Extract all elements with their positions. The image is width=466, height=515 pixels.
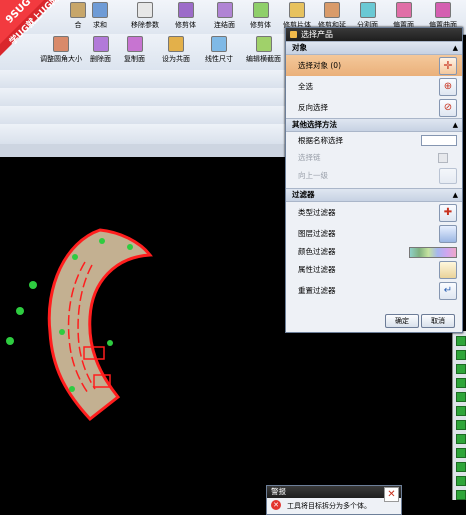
- trim-extend-icon: [324, 2, 340, 18]
- select-object-row[interactable]: 选择对象 (0) ✛: [286, 55, 462, 76]
- make-coplanar-icon: [168, 36, 184, 52]
- up-level-icon: [439, 168, 457, 184]
- color-filter-row[interactable]: 颜色过滤器: [286, 244, 462, 259]
- checkbox-icon[interactable]: [456, 406, 466, 416]
- ribbon2-item-delete-face[interactable]: 删除面: [90, 36, 111, 66]
- graphics-viewport[interactable]: [0, 157, 285, 500]
- control-point[interactable]: [29, 281, 37, 289]
- control-point[interactable]: [127, 244, 133, 250]
- select-all-row[interactable]: 全选 ⊕: [286, 76, 462, 97]
- toolbar-row-3: [0, 106, 285, 125]
- dialog-app-icon: [290, 31, 297, 38]
- select-chain-row: 选择链: [286, 149, 462, 166]
- ribbon-item-join-face[interactable]: 连结面: [214, 2, 235, 32]
- collapse-caret-icon[interactable]: ▲: [453, 189, 458, 201]
- control-point[interactable]: [59, 329, 65, 335]
- type-filter-icon[interactable]: ✚: [439, 204, 457, 222]
- layer-filter-row[interactable]: 图层过滤器: [286, 223, 462, 244]
- divide-face-icon: [359, 2, 376, 18]
- alert-popup: 警报 ✕ 工具将目标拆分为多个体。 ✕: [266, 485, 402, 515]
- curved-part[interactable]: [47, 228, 153, 422]
- checkbox-icon[interactable]: [456, 392, 466, 402]
- trim-body-2-icon: [252, 2, 269, 18]
- trim-sheet-icon: [289, 2, 305, 18]
- invert-selection-icon[interactable]: ⊘: [439, 99, 457, 117]
- remove-params-icon: [137, 2, 153, 18]
- delete-face-icon: [92, 36, 109, 52]
- ribbon2-item-edit-section[interactable]: 编辑横截面: [246, 36, 281, 66]
- part-navigator-checklist: [452, 331, 466, 500]
- layer-filter-icon[interactable]: [439, 225, 457, 243]
- ribbon2-item-make-coplanar[interactable]: 设为共面: [162, 36, 190, 66]
- ribbon2-item-linear-dim[interactable]: 线性尺寸: [205, 36, 233, 66]
- dialog-title: 选择产品: [301, 30, 333, 39]
- trim-body-icon: [177, 2, 194, 18]
- collapse-caret-icon[interactable]: ▲: [453, 119, 458, 131]
- select-by-name-row[interactable]: 根据名称选择: [286, 132, 462, 149]
- alert-title-bar: 警报: [267, 486, 401, 498]
- select-all-icon[interactable]: ⊕: [439, 78, 457, 96]
- join-face-icon: [216, 2, 233, 18]
- right-background: [285, 331, 466, 500]
- toolbar-row-2: [0, 88, 285, 107]
- control-point[interactable]: [16, 307, 24, 315]
- linear-dim-icon: [211, 36, 227, 52]
- offset-surface-icon: [435, 2, 451, 18]
- checkbox-icon[interactable]: [456, 434, 466, 444]
- unite-icon: [92, 2, 108, 18]
- reset-filter-row[interactable]: 重置过滤器 ↵: [286, 280, 462, 301]
- toolbar-row-4: [0, 124, 285, 145]
- control-point[interactable]: [107, 340, 113, 346]
- dialog-title-bar[interactable]: 选择产品: [286, 28, 462, 41]
- select-product-dialog: 选择产品 对象 ▲ 选择对象 (0) ✛ 全选 ⊕ 反向选择 ⊘ 其他选择方法 …: [285, 27, 463, 333]
- name-input[interactable]: [421, 135, 457, 146]
- cancel-button[interactable]: 取消: [421, 314, 455, 328]
- collapse-caret-icon[interactable]: ▲: [453, 42, 458, 54]
- offset-face-icon: [395, 2, 412, 18]
- ribbon-item-trim-body[interactable]: 修剪体: [175, 2, 196, 32]
- copy-face-icon: [126, 36, 143, 52]
- invert-selection-row[interactable]: 反向选择 ⊘: [286, 97, 462, 118]
- edit-section-icon: [255, 36, 272, 52]
- up-one-level-row: 向上一级: [286, 166, 462, 186]
- attribute-filter-icon[interactable]: [439, 261, 457, 279]
- site-logo: 9SUG 学UG就上UG网: [0, 0, 70, 62]
- checkbox-icon[interactable]: [456, 378, 466, 388]
- type-filter-row[interactable]: 类型过滤器 ✚: [286, 202, 462, 223]
- checkbox-icon[interactable]: [456, 350, 466, 360]
- section-object-header[interactable]: 对象 ▲: [286, 41, 462, 55]
- ribbon-item-trim-body-2[interactable]: 修剪体: [250, 2, 271, 32]
- checkbox-icon[interactable]: [456, 364, 466, 374]
- reset-filter-icon[interactable]: ↵: [439, 282, 457, 300]
- chain-checkbox: [438, 153, 448, 163]
- error-icon: ✕: [271, 500, 281, 510]
- ribbon-item-unite[interactable]: 求和: [92, 2, 108, 32]
- ok-button[interactable]: 确定: [385, 314, 419, 328]
- control-point[interactable]: [69, 386, 75, 392]
- checkbox-icon[interactable]: [456, 420, 466, 430]
- alert-message: 工具将目标拆分为多个体。: [287, 502, 371, 510]
- alert-title: 警报: [271, 487, 286, 496]
- checkbox-icon[interactable]: [456, 336, 466, 346]
- section-filter-header[interactable]: 过滤器 ▲: [286, 188, 462, 202]
- checkbox-icon[interactable]: [456, 448, 466, 458]
- toolbar-row-1: [0, 70, 285, 89]
- checkbox-icon[interactable]: [456, 476, 466, 486]
- ribbon2-item-copy-face[interactable]: 复制面: [124, 36, 145, 66]
- view-toolbar: [0, 144, 285, 158]
- model-canvas[interactable]: [0, 157, 285, 500]
- color-swatch-strip[interactable]: [409, 247, 457, 258]
- checkbox-icon[interactable]: [456, 462, 466, 472]
- ribbon-item-remove-params[interactable]: 移除参数: [131, 2, 159, 32]
- control-point[interactable]: [6, 337, 14, 345]
- control-point[interactable]: [99, 238, 105, 244]
- checkbox-icon[interactable]: [456, 490, 466, 500]
- crosshair-select-icon[interactable]: ✛: [439, 57, 457, 75]
- control-point[interactable]: [72, 254, 78, 260]
- attribute-filter-row[interactable]: 属性过滤器: [286, 259, 462, 280]
- combine-icon: [70, 2, 86, 18]
- ribbon-item-0[interactable]: 合: [70, 2, 86, 32]
- section-other-methods-header[interactable]: 其他选择方法 ▲: [286, 118, 462, 132]
